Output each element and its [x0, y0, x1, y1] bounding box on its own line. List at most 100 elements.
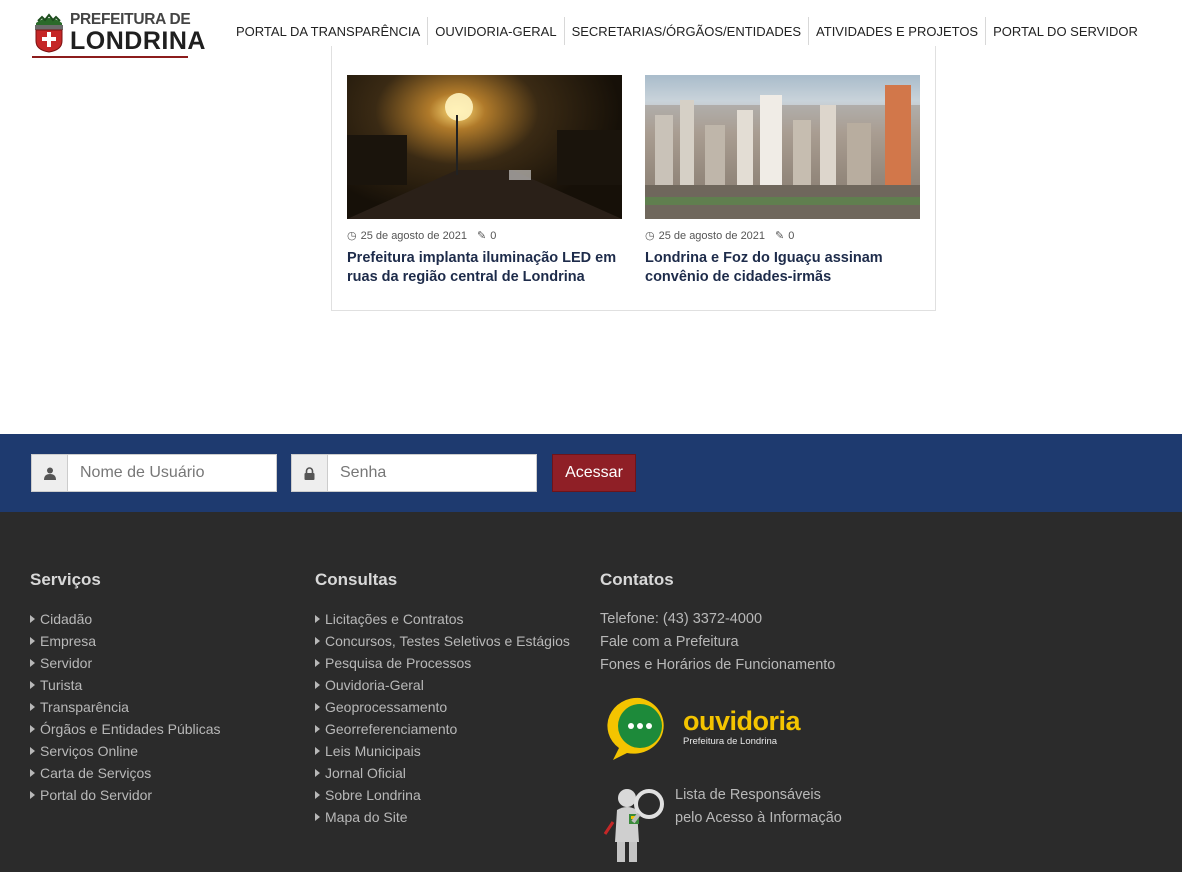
footer-servicos: Serviços Cidadão Empresa Servidor Turist…	[30, 570, 221, 806]
password-input[interactable]	[328, 454, 537, 492]
news-meta: ◷ 25 de agosto de 2021 ✎ 0	[645, 229, 920, 243]
footer-link-label: Georreferenciamento	[325, 721, 458, 737]
footer-link-label: Mapa do Site	[325, 809, 408, 825]
nav-portal-transparencia[interactable]: PORTAL DA TRANSPARÊNCIA	[229, 17, 427, 45]
clock-icon: ◷	[645, 230, 655, 242]
footer-link[interactable]: Empresa	[30, 630, 221, 652]
ouvidoria-logo-sub: Prefeitura de Londrina	[683, 736, 778, 747]
footer-link-label: Ouvidoria-Geral	[325, 677, 424, 693]
footer-link-label: Cidadão	[40, 611, 93, 627]
clock-icon: ◷	[347, 230, 357, 242]
footer-link[interactable]: Carta de Serviços	[30, 762, 221, 784]
footer-link-label: Geoprocessamento	[325, 699, 448, 715]
footer-link[interactable]: Ouvidoria-Geral	[315, 674, 570, 696]
caret-right-icon	[30, 725, 35, 733]
comments-icon: ✎	[477, 230, 487, 242]
footer-link[interactable]: Órgãos e Entidades Públicas	[30, 718, 221, 740]
login-submit-button[interactable]: Acessar	[552, 454, 636, 492]
footer-link[interactable]: Cidadão	[30, 608, 221, 630]
news-card[interactable]: ◷ 25 de agosto de 2021 ✎ 0 Prefeitura im…	[347, 75, 622, 287]
lista-line2: pelo Acesso à Informação	[675, 810, 842, 826]
footer-link[interactable]: Pesquisa de Processos	[315, 652, 570, 674]
news-comment-count[interactable]: 0	[490, 230, 496, 242]
news-image-street-lighting[interactable]	[347, 75, 622, 219]
main-nav: PORTAL DA TRANSPARÊNCIA OUVIDORIA-GERAL …	[229, 17, 1145, 45]
footer-link-label: Licitações e Contratos	[325, 611, 464, 627]
caret-right-icon	[30, 659, 35, 667]
footer-link-label: Leis Municipais	[325, 743, 421, 759]
footer-link-label: Servidor	[40, 655, 93, 671]
footer-link-label: Carta de Serviços	[40, 765, 152, 781]
news-date: 25 de agosto de 2021	[360, 229, 468, 242]
footer-link-label: Jornal Oficial	[325, 765, 406, 781]
footer-link[interactable]: Transparência	[30, 696, 221, 718]
footer-heading: Serviços	[30, 570, 101, 589]
news-image-city-skyline[interactable]	[645, 75, 920, 219]
caret-right-icon	[315, 769, 320, 777]
comments-icon: ✎	[775, 230, 785, 242]
footer-link[interactable]: Sobre Londrina	[315, 784, 570, 806]
footer-link[interactable]: Mapa do Site	[315, 806, 570, 828]
news-carousel: ◷ 25 de agosto de 2021 ✎ 0 Prefeitura im…	[331, 46, 936, 311]
username-input[interactable]	[68, 454, 277, 492]
user-icon	[31, 454, 68, 492]
nav-atividades-projetos[interactable]: ATIVIDADES E PROJETOS	[809, 17, 985, 45]
speech-bubble-icon	[607, 697, 664, 760]
caret-right-icon	[315, 747, 320, 755]
nav-ouvidoria-geral[interactable]: OUVIDORIA-GERAL	[428, 17, 563, 45]
footer-link-label: Sobre Londrina	[325, 787, 421, 803]
footer-link[interactable]: Georreferenciamento	[315, 718, 570, 740]
footer-link[interactable]: Jornal Oficial	[315, 762, 570, 784]
footer-link[interactable]: Concursos, Testes Seletivos e Estágios	[315, 630, 570, 652]
caret-right-icon	[315, 813, 320, 821]
footer-link[interactable]: Servidor	[30, 652, 221, 674]
magnifier-figure-icon	[603, 789, 664, 862]
logo-line1: PREFEITURA DE	[70, 11, 191, 29]
ouvidoria-logo[interactable]: ouvidoria Prefeitura de Londrina	[605, 696, 801, 762]
city-crest-icon	[32, 13, 66, 53]
footer-link-label: Empresa	[40, 633, 97, 649]
caret-right-icon	[315, 615, 320, 623]
footer-contatos: Contatos Telefone: (43) 3372-4000 Fale c…	[600, 570, 835, 677]
footer-link[interactable]: Turista	[30, 674, 221, 696]
logo-line2: LONDRINA	[70, 26, 206, 55]
contact-fones-horarios-link[interactable]: Fones e Horários de Funcionamento	[600, 654, 835, 677]
caret-right-icon	[315, 703, 320, 711]
caret-right-icon	[315, 659, 320, 667]
footer-link-label: Portal do Servidor	[40, 787, 153, 803]
footer-heading: Consultas	[315, 570, 398, 589]
caret-right-icon	[30, 703, 35, 711]
password-group	[291, 454, 537, 492]
footer-link[interactable]: Portal do Servidor	[30, 784, 221, 806]
nav-portal-servidor[interactable]: PORTAL DO SERVIDOR	[986, 17, 1145, 45]
footer-link-label: Transparência	[40, 699, 129, 715]
footer-link[interactable]: Licitações e Contratos	[315, 608, 570, 630]
site-logo[interactable]: PREFEITURA DE LONDRINA	[32, 10, 205, 58]
lock-icon	[291, 454, 328, 492]
footer-link[interactable]: Geoprocessamento	[315, 696, 570, 718]
lista-line1: Lista de Responsáveis	[675, 787, 821, 803]
footer-link[interactable]: Serviços Online	[30, 740, 221, 762]
contact-fale-prefeitura-link[interactable]: Fale com a Prefeitura	[600, 631, 835, 654]
ouvidoria-logo-word: ouvidoria	[683, 706, 801, 736]
caret-right-icon	[30, 637, 35, 645]
footer-link-label: Concursos, Testes Seletivos e Estágios	[325, 633, 570, 649]
footer-link-label: Turista	[40, 677, 83, 693]
news-title[interactable]: Londrina e Foz do Iguaçu assinam convêni…	[645, 249, 920, 287]
news-date: 25 de agosto de 2021	[658, 229, 766, 242]
news-title[interactable]: Prefeitura implanta iluminação LED em ru…	[347, 249, 622, 287]
footer-link-label: Pesquisa de Processos	[325, 655, 472, 671]
footer-consultas: Consultas Licitações e Contratos Concurs…	[315, 570, 570, 828]
contact-phone: Telefone: (43) 3372-4000	[600, 611, 763, 627]
nav-secretarias[interactable]: SECRETARIAS/ÓRGÃOS/ENTIDADES	[565, 17, 808, 45]
news-meta: ◷ 25 de agosto de 2021 ✎ 0	[347, 229, 622, 243]
footer-link-label: Órgãos e Entidades Públicas	[40, 721, 221, 737]
caret-right-icon	[315, 791, 320, 799]
caret-right-icon	[30, 747, 35, 755]
news-card[interactable]: ◷ 25 de agosto de 2021 ✎ 0 Londrina e Fo…	[645, 75, 920, 287]
caret-right-icon	[30, 615, 35, 623]
caret-right-icon	[315, 681, 320, 689]
footer-link[interactable]: Leis Municipais	[315, 740, 570, 762]
lista-responsaveis-link[interactable]: Lista de Responsáveis pelo Acesso à Info…	[603, 782, 863, 864]
news-comment-count[interactable]: 0	[788, 230, 794, 242]
